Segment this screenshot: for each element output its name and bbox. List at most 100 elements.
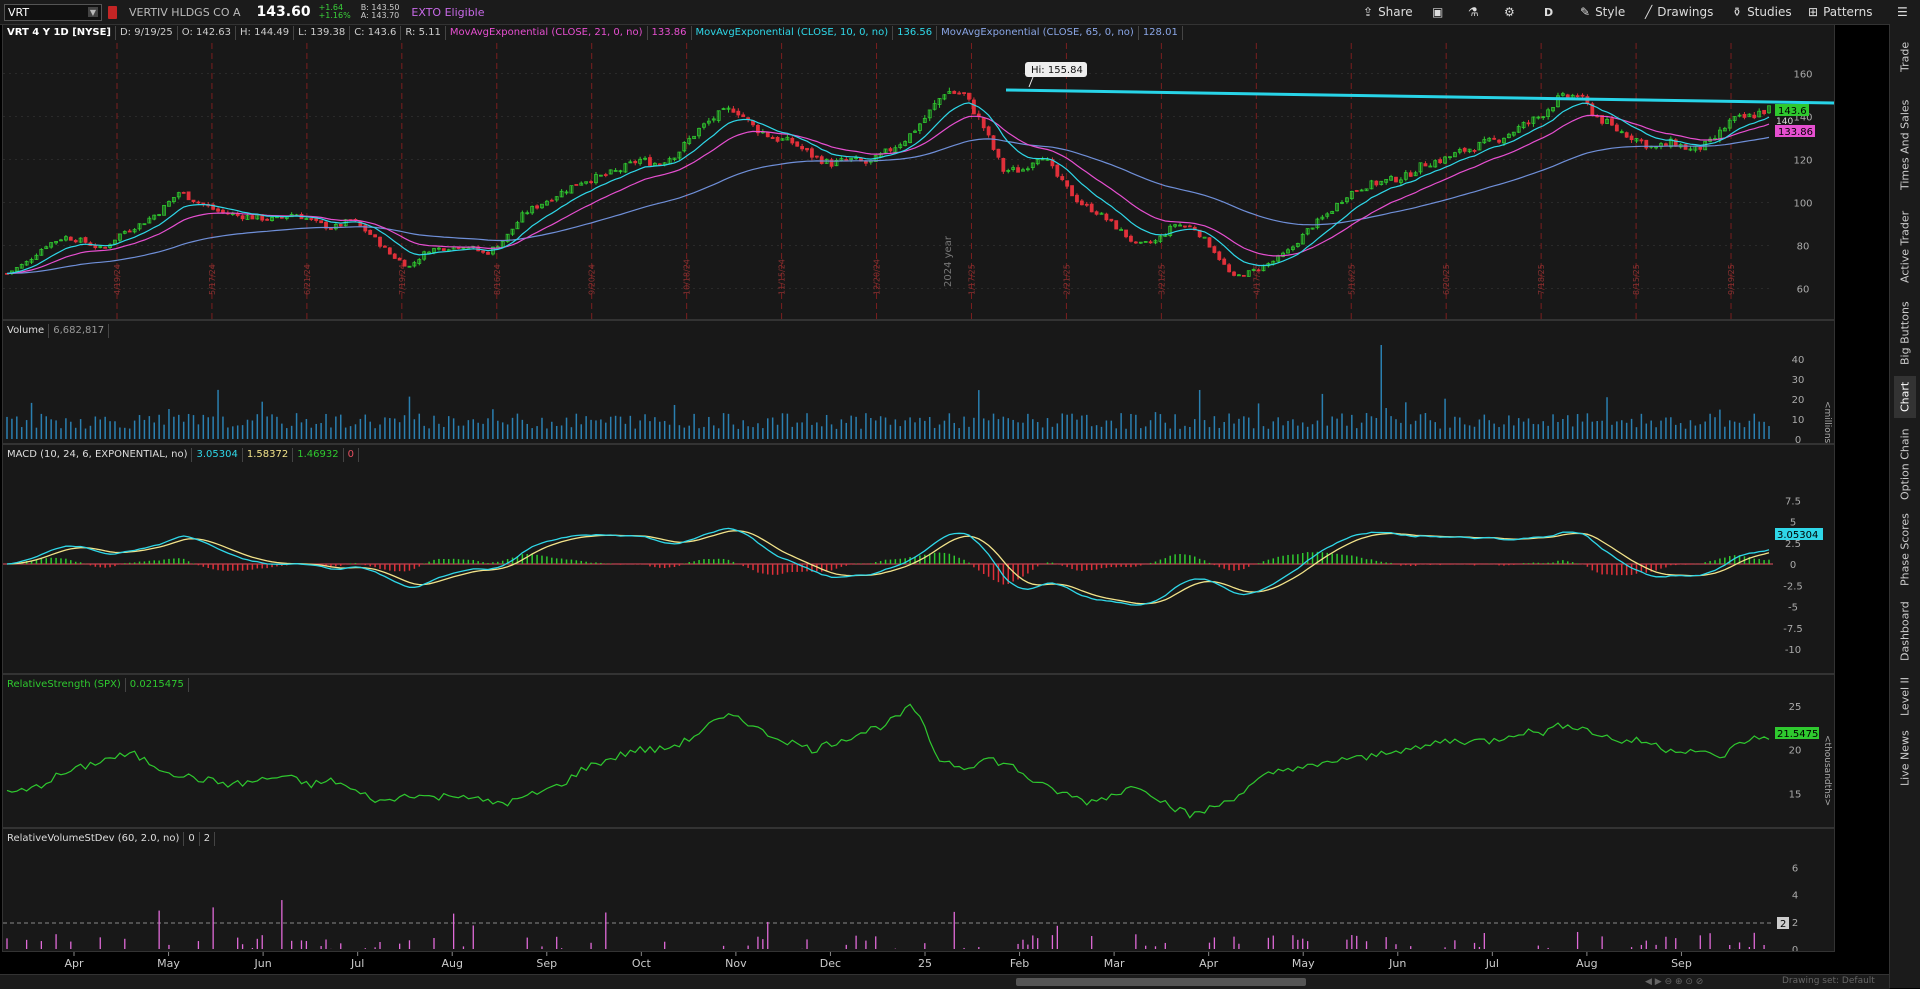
drawing-set-label[interactable]: Drawing set: Default <box>1782 976 1875 986</box>
screenshot-button[interactable]: ▣ <box>1432 0 1443 24</box>
x-axis-label: Aug <box>441 957 462 970</box>
relvol-y-tick: 6 <box>1792 864 1798 875</box>
symbol-selector[interactable]: VRT ▼ <box>4 3 102 21</box>
candle-body <box>1492 137 1497 140</box>
price-change: +1.64 +1.16% <box>319 4 351 20</box>
candle-body <box>1256 269 1261 272</box>
price-panel[interactable]: VRT 4 Y 1D [NYSE] D: 9/19/25 O: 142.63 H… <box>2 24 1835 320</box>
macd-y-tick: 7.5 <box>1785 496 1801 507</box>
rs-chart-svg[interactable]: 25 20 15 21.5475 <thousandths> <box>3 675 1834 827</box>
gear-icon: ⚙ <box>1504 5 1515 19</box>
tab-level-ii[interactable]: Level II <box>1894 672 1916 720</box>
candle-body <box>250 215 255 220</box>
candle-body <box>589 181 593 183</box>
candle-body <box>441 248 446 251</box>
volume-y-tick: 30 <box>1792 375 1805 386</box>
candle-body <box>309 218 314 220</box>
flask-button[interactable]: ⚗ <box>1468 0 1479 24</box>
volume-chart-svg[interactable]: 40 30 20 10 0 <millions> <box>3 321 1834 443</box>
candle-body <box>957 92 962 95</box>
volume-panel[interactable]: Volume 6,682,817 40 30 20 10 0 <millions> <box>2 320 1835 444</box>
candle-body <box>392 253 397 259</box>
candle-body <box>736 110 741 116</box>
candle-body <box>1227 264 1232 273</box>
candle-body <box>73 240 78 243</box>
candle-body <box>819 156 824 164</box>
macd-y-tick: -5 <box>1788 603 1798 614</box>
ema10-line <box>6 102 1770 275</box>
relvol-chart-svg[interactable]: 6 4 2 0 2 <box>3 829 1834 951</box>
style-button[interactable]: ✎ Style <box>1580 0 1625 24</box>
tab-trade[interactable]: Trade <box>1894 32 1916 82</box>
macd-y-tick: -7.5 <box>1783 624 1803 635</box>
candle-body <box>387 247 392 255</box>
tab-option-chain[interactable]: Option Chain <box>1894 424 1916 504</box>
rs-y-tick: 15 <box>1789 790 1802 801</box>
tab-live-news[interactable]: Live News <box>1894 726 1916 790</box>
price-y-tick: 80 <box>1797 242 1810 253</box>
studies-button[interactable]: ⚱ Studies <box>1732 0 1792 24</box>
candle-body <box>1408 172 1413 177</box>
drawings-button[interactable]: ╱ Drawings <box>1645 0 1713 24</box>
price-chart-svg[interactable]: 4/19/24 5/17/24 6/21/24 7/19/24 8/16/24 9/20/… <box>3 25 1834 319</box>
candle-body <box>648 157 652 166</box>
volume-y-tick: 40 <box>1792 355 1805 366</box>
candle-body <box>844 159 849 161</box>
candle-body <box>790 137 795 144</box>
candle-body <box>986 126 991 136</box>
candle-body <box>181 191 186 194</box>
candle-body <box>279 216 284 219</box>
trendline[interactable] <box>1005 88 1834 105</box>
candle-body <box>427 251 431 254</box>
last-price: 143.60 <box>256 4 311 20</box>
candle-body <box>770 137 775 140</box>
earnings-date: 9/19/25 <box>1727 264 1736 295</box>
horizontal-scrollbar[interactable] <box>1016 978 1306 986</box>
rs-panel[interactable]: RelativeStrength (SPX) 0.0215475 25 20 15 … <box>2 674 1835 828</box>
candle-body <box>1212 246 1217 253</box>
candle-body <box>775 136 780 142</box>
zoom-icons[interactable]: ◀ ▶ ⊖ ⊕ ⊙ ⊘ <box>1645 977 1703 987</box>
menu-button[interactable]: ☰ <box>1897 0 1908 24</box>
candle-body <box>1742 113 1747 118</box>
macd-chart-svg[interactable]: 7.552.50-2.5-5-7.5-10 3.05304 <box>3 445 1834 673</box>
candle-body <box>962 92 966 94</box>
x-axis-label: Mar <box>1104 957 1125 970</box>
ema21-line <box>6 114 1770 275</box>
earnings-date: 6/21/24 <box>303 264 312 295</box>
candle-body <box>996 148 1001 158</box>
x-axis-label: May <box>1292 957 1315 970</box>
earnings-date: 4/19/24 <box>113 264 122 295</box>
chevron-down-icon[interactable]: ▼ <box>88 7 98 17</box>
candle-body <box>991 135 996 150</box>
bid-ask: B: 143.50 A: 143.70 <box>361 4 400 20</box>
tab-phase-scores[interactable]: Phase Scores <box>1894 510 1916 590</box>
candle-body <box>314 218 319 221</box>
earnings-date: 5/16/25 <box>1347 264 1356 295</box>
tab-active-trader[interactable]: Active Trader <box>1894 204 1916 289</box>
exto-badge[interactable]: EXTO Eligible <box>411 6 484 19</box>
flask-icon: ⚱ <box>1732 5 1743 19</box>
tab-chart[interactable]: Chart <box>1894 376 1916 418</box>
alert-flag-icon[interactable] <box>108 5 117 19</box>
candle-body <box>1762 109 1766 115</box>
candle-body <box>1084 203 1089 206</box>
tab-dashboard[interactable]: Dashboard <box>1894 596 1916 666</box>
rs-y-tick: 25 <box>1789 702 1802 713</box>
period-button[interactable]: D <box>1544 0 1553 24</box>
tab-times-and-sales[interactable]: Times And Sales <box>1894 92 1916 197</box>
relvol-panel[interactable]: RelativeVolumeStDev (60, 2.0, no) 0 2 64… <box>2 828 1835 952</box>
settings-button[interactable]: ⚙ <box>1504 0 1515 24</box>
pencil-icon: ╱ <box>1645 5 1653 19</box>
patterns-button[interactable]: ⊞ Patterns <box>1808 0 1873 24</box>
candle-body <box>402 259 407 267</box>
macd-panel[interactable]: MACD (10, 24, 6, EXPONENTIAL, no) 3.0530… <box>2 444 1835 674</box>
tab-big-buttons[interactable]: Big Buttons <box>1894 296 1916 370</box>
candle-body <box>1683 144 1688 150</box>
share-button[interactable]: ⇪ Share <box>1363 0 1413 24</box>
earnings-date: 8/15/25 <box>1632 264 1641 295</box>
relvol-y-tick: 4 <box>1792 891 1798 902</box>
candle-body <box>1079 200 1084 206</box>
candle-body <box>1438 159 1443 164</box>
candle-body <box>363 224 368 232</box>
